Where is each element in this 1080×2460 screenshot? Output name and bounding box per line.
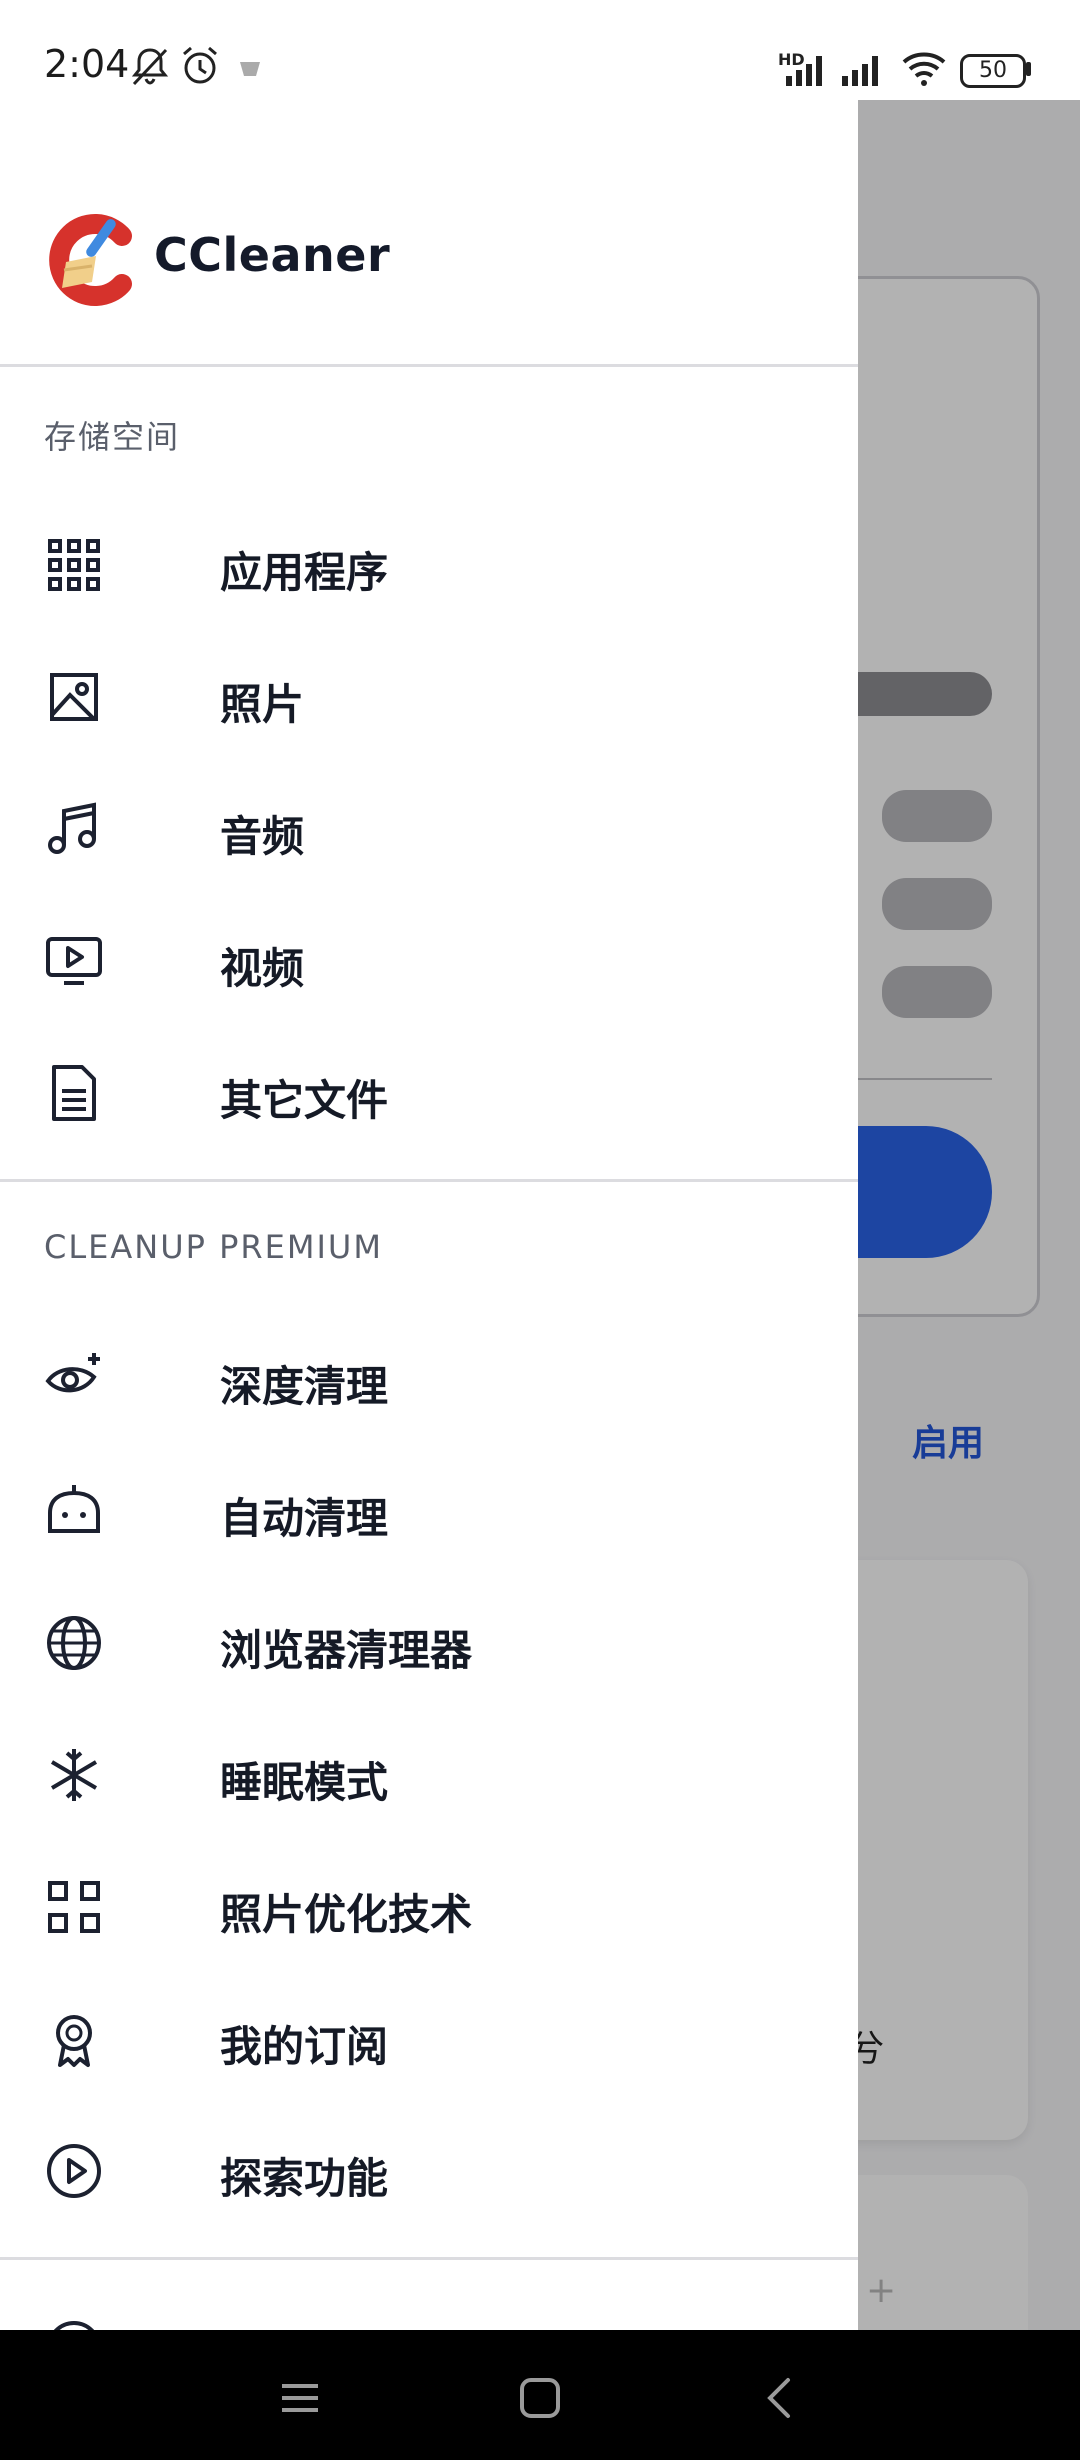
menu-label-sleep-mode: 睡眠模式 [220, 1758, 389, 1807]
badge-icon [56, 2015, 92, 2067]
music-note-icon [48, 802, 96, 854]
apps-grid-icon [48, 539, 100, 591]
section-title-storage: 存储空间 [44, 418, 181, 456]
brand-name: CCleaner [154, 228, 391, 282]
menu-item-browser-cleaner[interactable]: 浏览器清理器 [0, 1577, 858, 1709]
menu-item-other-files[interactable]: 其它文件 [0, 1027, 858, 1159]
navigation-drawer: CCleaner 存储空间 应用程序 照片 音频 视频 其它文件 CLEANUP… [0, 100, 858, 2330]
divider [0, 364, 858, 367]
menu-label-subscription: 我的订阅 [220, 2022, 389, 2071]
menu-label-explore-features: 探索功能 [220, 2154, 389, 2203]
eye-sparkle-icon [45, 1353, 100, 1393]
status-time: 2:04 [44, 42, 130, 86]
menu-label-auto-clean: 自动清理 [220, 1494, 389, 1543]
partial-menu-icon [53, 2321, 95, 2330]
photo-optimize-icon [48, 1881, 100, 1933]
snowflake-icon [50, 1749, 98, 1801]
menu-label-other-files: 其它文件 [220, 1076, 389, 1125]
divider [0, 1179, 858, 1182]
menu-icon[interactable] [270, 2368, 330, 2428]
system-nav-bar [0, 2330, 1080, 2460]
bell-muted-icon [131, 48, 169, 86]
brand-header: CCleaner [44, 210, 644, 310]
menu-item-audio[interactable]: 音频 [0, 763, 858, 895]
menu-item-photo-optimizer[interactable]: 照片优化技术 [0, 1841, 858, 1973]
home-icon[interactable] [510, 2368, 570, 2428]
wifi-icon [902, 52, 946, 86]
menu-item-sleep-mode[interactable]: 睡眠模式 [0, 1709, 858, 1841]
globe-icon [47, 1616, 101, 1670]
signal-hd-icon [786, 56, 822, 86]
menu-item-auto-clean[interactable]: 自动清理 [0, 1445, 858, 1577]
play-circle-icon [47, 2144, 101, 2198]
menu-label-apps: 应用程序 [220, 548, 389, 597]
menu-label-photos: 照片 [220, 680, 305, 729]
menu-label-video: 视频 [220, 944, 305, 993]
menu-item-photos[interactable]: 照片 [0, 631, 858, 763]
menu-item-deep-clean[interactable]: 深度清理 [0, 1313, 858, 1445]
menu-label-audio: 音频 [220, 812, 305, 861]
menu-label-deep-clean: 深度清理 [220, 1362, 389, 1411]
section-title-premium: CLEANUP PREMIUM [44, 1228, 383, 1266]
signal-icon [842, 56, 878, 86]
video-icon [46, 937, 102, 985]
battery-tip [1026, 62, 1031, 76]
menu-label-browser-cleaner: 浏览器清理器 [220, 1626, 473, 1675]
menu-item-explore-features[interactable]: 探索功能 [0, 2105, 858, 2237]
menu-item-apps[interactable]: 应用程序 [0, 499, 858, 631]
ccleaner-logo-icon [49, 214, 132, 306]
battery-icon: 50 [960, 54, 1026, 88]
status-bar: 2:04 HD 50 [0, 0, 1080, 100]
divider [0, 2257, 858, 2260]
document-icon [52, 1065, 96, 1121]
menu-item-video[interactable]: 视频 [0, 895, 858, 1027]
menu-label-photo-optimizer: 照片优化技术 [220, 1890, 473, 1939]
notification-app-icon [240, 62, 260, 76]
robot-icon [48, 1485, 100, 1533]
photo-icon [50, 673, 98, 721]
menu-item-subscription[interactable]: 我的订阅 [0, 1973, 858, 2105]
back-icon[interactable] [750, 2368, 810, 2428]
alarm-icon [183, 46, 217, 84]
